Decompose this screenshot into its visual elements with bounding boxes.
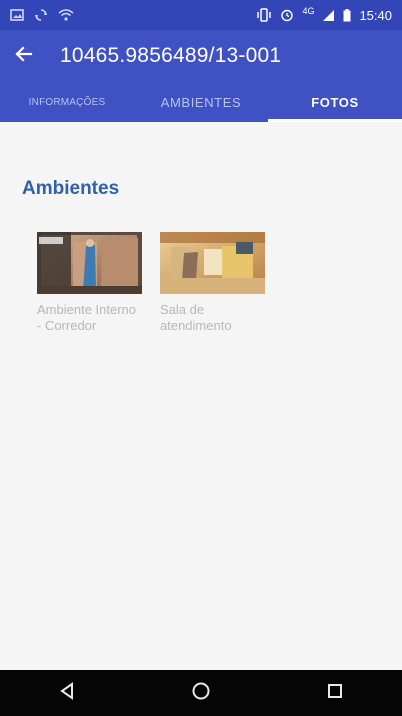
photo-thumbnail[interactable] (160, 232, 265, 294)
image-notification-icon (10, 9, 24, 21)
content-area: Ambientes Ambiente Interno - Corredor Sa… (0, 122, 402, 670)
status-right-icons: 4G 15:40 (256, 6, 392, 23)
tab-informacoes[interactable]: Informações (0, 82, 134, 122)
vibrate-icon (256, 8, 272, 22)
back-arrow-icon (14, 44, 34, 69)
nav-home-button[interactable] (171, 670, 231, 716)
photo-card-reception[interactable]: Sala de atendimento (160, 232, 265, 334)
alarm-icon (280, 8, 294, 22)
home-circle-icon (190, 680, 212, 707)
recents-square-icon (324, 680, 346, 707)
sync-icon (34, 8, 48, 22)
wifi-icon (58, 9, 74, 21)
tab-ambientes[interactable]: Ambientes (134, 82, 268, 122)
nav-recents-button[interactable] (305, 670, 365, 716)
tab-bar: Informações Ambientes Fotos (0, 82, 402, 122)
nav-back-button[interactable] (37, 670, 97, 716)
photo-card-corridor[interactable]: Ambiente Interno - Corredor (37, 232, 142, 334)
photo-thumbnail[interactable] (37, 232, 142, 294)
status-bar: 4G 15:40 (0, 0, 402, 30)
back-triangle-icon (56, 680, 78, 707)
app-bar: 10465.9856489/13-001 Informações Ambient… (0, 30, 402, 122)
tab-fotos[interactable]: Fotos (268, 82, 402, 122)
section-title: Ambientes (22, 178, 120, 199)
network-type-label: 4G (302, 6, 315, 16)
battery-icon (343, 8, 351, 22)
back-button[interactable] (14, 36, 54, 76)
photo-caption: Ambiente Interno - Corredor (37, 302, 137, 333)
toolbar: 10465.9856489/13-001 (0, 30, 402, 82)
status-left-icons (10, 8, 74, 22)
page-title: 10465.9856489/13-001 (60, 44, 282, 67)
status-time: 15:40 (359, 7, 392, 23)
signal-icon (322, 9, 335, 22)
photo-grid: Ambiente Interno - Corredor Sala de aten… (37, 232, 265, 334)
system-navigation-bar (0, 670, 402, 716)
photo-caption: Sala de atendimento (160, 302, 232, 333)
